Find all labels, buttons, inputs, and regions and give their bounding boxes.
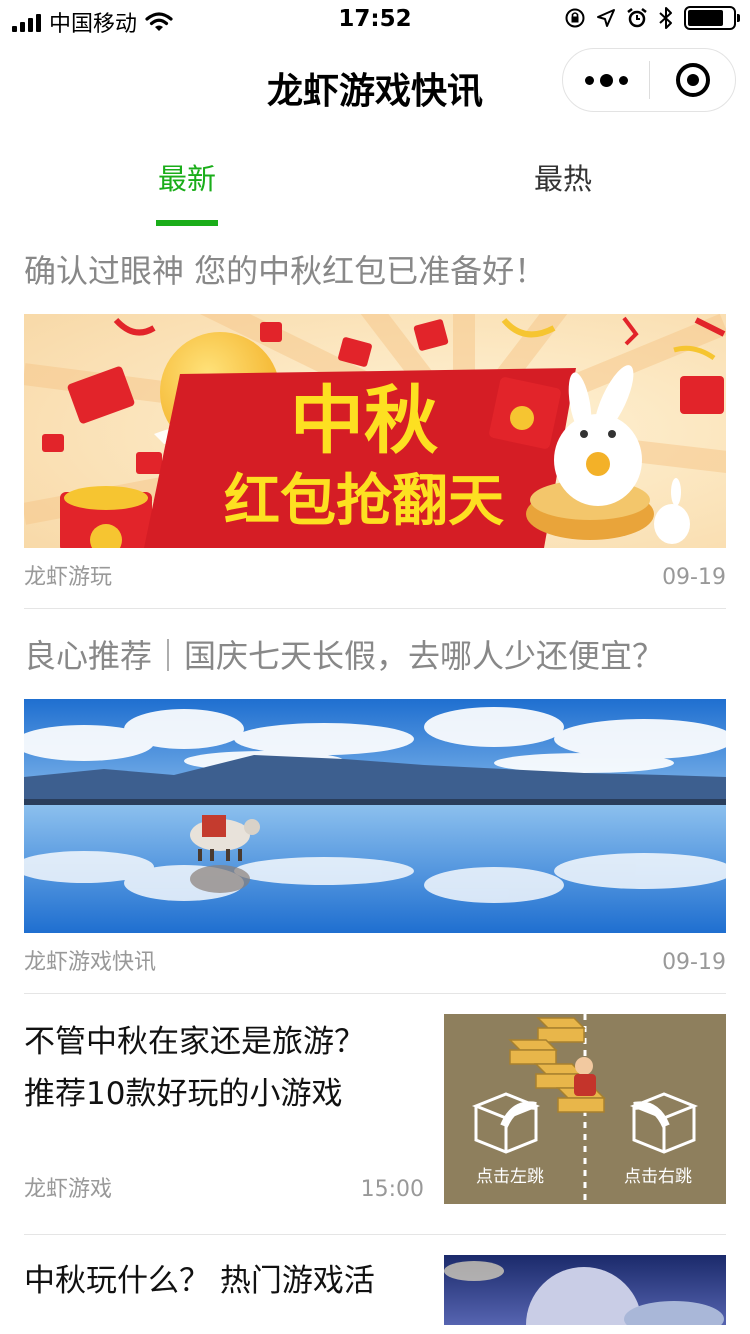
close-miniapp-button[interactable]	[650, 63, 735, 97]
tab-hot[interactable]: 最热	[532, 156, 594, 198]
article-meta: 龙虾游戏 15:00	[24, 1170, 424, 1210]
game-night-thumbnail	[444, 1255, 726, 1325]
article-title-line: 不管中秋在家还是旅游？	[24, 1024, 365, 1060]
article-card[interactable]: 确认过眼神 您的中秋红包已准备好！ 中秋 红包抢翻天 龙虾游玩 09-19	[24, 228, 726, 608]
tab-bar: 最新 最热	[0, 128, 750, 228]
article-meta: 龙虾游玩 09-19	[24, 548, 726, 608]
more-button[interactable]	[563, 73, 649, 87]
nav-bar: 龙虾游戏快讯	[0, 40, 750, 128]
tab-latest[interactable]: 最新	[156, 156, 218, 198]
article-card[interactable]: 不管中秋在家还是旅游？ 推荐10款好玩的小游戏 龙虾游戏 15:00 点击左跳 …	[24, 994, 726, 1234]
salt-lake-landscape-image	[24, 699, 726, 933]
article-source: 龙虾游戏	[24, 1177, 113, 1202]
more-dot-icon	[584, 75, 594, 85]
more-dot-icon	[618, 75, 628, 85]
location-icon	[597, 9, 615, 27]
banner-headline-1: 中秋	[290, 378, 438, 464]
banner-headline-2: 红包抢翻天	[224, 469, 504, 534]
article-meta: 龙虾游戏快讯 09-19	[24, 933, 726, 993]
mid-autumn-banner-image: 中秋 红包抢翻天	[24, 314, 726, 548]
active-tab-indicator	[156, 220, 218, 226]
article-title: 中秋玩什么？ 热门游戏活	[24, 1263, 375, 1299]
article-date: 15:00	[360, 1177, 424, 1202]
more-dot-icon	[599, 73, 613, 87]
status-bar: 中国移动 17:52	[0, 0, 750, 40]
thumb-left-label: 点击左跳	[476, 1167, 544, 1187]
article-date: 09-19	[662, 565, 726, 590]
alarm-icon	[627, 8, 647, 28]
close-target-icon	[675, 63, 710, 97]
jump-game-thumbnail: 点击左跳 点击右跳	[444, 1014, 726, 1204]
article-card[interactable]: 良心推荐｜国庆七天长假，去哪人少还便宜？ 龙虾游戏快讯 09-19	[24, 609, 726, 993]
article-date: 09-19	[662, 950, 726, 975]
battery-icon	[684, 6, 740, 30]
article-title-line: 推荐10款好玩的小游戏	[24, 1076, 343, 1112]
thumb-right-label: 点击右跳	[624, 1167, 692, 1187]
article-title: 不管中秋在家还是旅游？ 推荐10款好玩的小游戏	[24, 1016, 420, 1120]
article-source: 龙虾游戏快讯	[24, 950, 157, 975]
article-title: 确认过眼神 您的中秋红包已准备好！	[24, 252, 547, 290]
article-feed: 确认过眼神 您的中秋红包已准备好！ 中秋 红包抢翻天 龙虾游玩 09-19 良心…	[24, 228, 726, 1334]
article-card[interactable]: 中秋玩什么？ 热门游戏活	[24, 1235, 726, 1334]
article-source: 龙虾游玩	[24, 565, 113, 590]
miniapp-capsule	[562, 48, 736, 112]
orientation-lock-icon	[565, 8, 585, 28]
article-title: 良心推荐｜国庆七天长假，去哪人少还便宜？	[24, 637, 665, 675]
bluetooth-icon	[659, 7, 672, 29]
